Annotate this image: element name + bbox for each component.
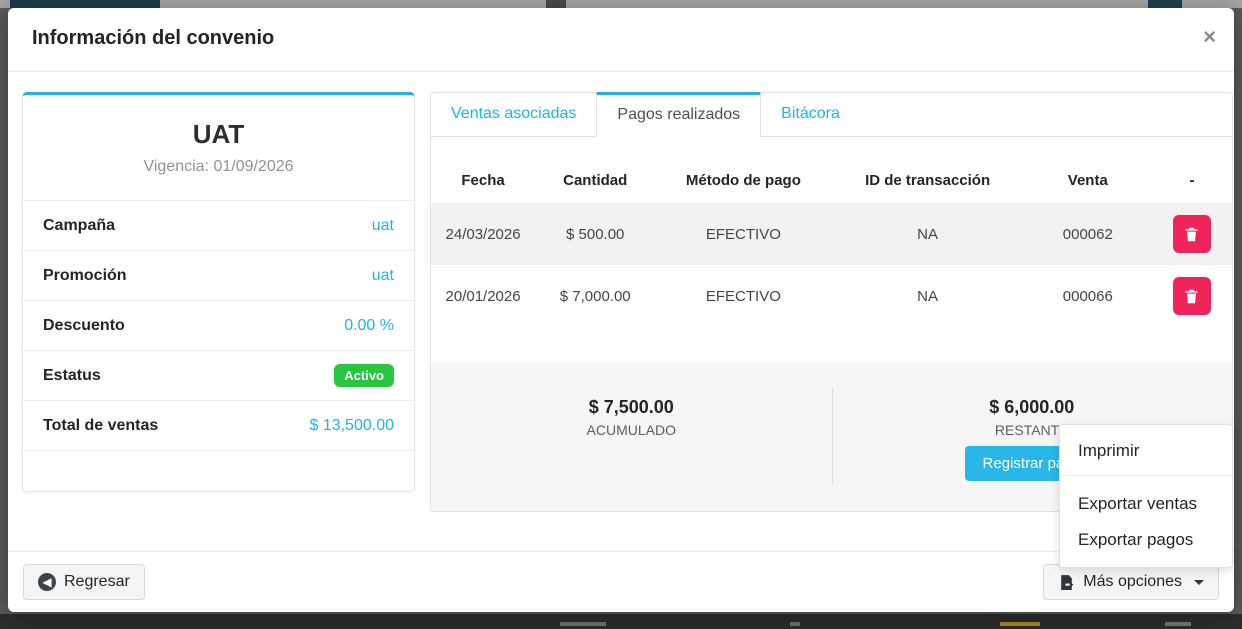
tab-pagos-realizados[interactable]: Pagos realizados [596,92,761,137]
chevron-down-icon [1194,580,1204,585]
agreement-summary-card: UAT Vigencia: 01/09/2026 Campaña uat Pro… [22,92,415,492]
col-header-id-transaccion: ID de transacción [831,157,1023,203]
accumulated-amount: $ 7,500.00 [589,397,674,418]
cell-cantidad: $ 500.00 [535,203,655,265]
table-header-row: Fecha Cantidad Método de pago ID de tran… [431,157,1232,203]
table-row: 24/03/2026 $ 500.00 EFECTIVO NA 000062 [431,203,1232,265]
row-promocion: Promoción uat [23,251,414,301]
row-campana: Campaña uat [23,201,414,251]
close-icon[interactable]: × [1203,26,1216,48]
tab-ventas-asociadas[interactable]: Ventas asociadas [431,93,596,136]
total-ventas-label: Total de ventas [43,417,158,435]
menu-item-exportar-ventas[interactable]: Exportar ventas [1060,476,1232,522]
promocion-label: Promoción [43,267,127,285]
status-badge: Activo [334,364,394,387]
background-mark [1165,622,1191,626]
back-button-label: Regresar [64,573,130,591]
modal-header: Información del convenio × [8,8,1234,72]
row-estatus: Estatus Activo [23,351,414,401]
campana-label: Campaña [43,217,115,235]
background-shape [1148,0,1182,8]
summary-accumulated: $ 7,500.00 ACUMULADO [431,363,832,511]
more-options-button[interactable]: Más opciones [1043,564,1219,600]
estatus-label: Estatus [43,367,101,385]
menu-item-exportar-pagos[interactable]: Exportar pagos [1060,522,1232,567]
agreement-name: UAT [23,119,414,150]
row-total-ventas: Total de ventas $ 13,500.00 [23,401,414,451]
tab-bar: Ventas asociadas Pagos realizados Bitáco… [431,93,1232,137]
agreement-info-modal: Información del convenio × UAT Vigencia:… [8,8,1234,612]
cell-id-transaccion: NA [831,203,1023,265]
descuento-value: 0.00 % [344,317,394,335]
back-button[interactable]: ◀ Regresar [23,564,145,600]
col-header-actions: - [1152,157,1232,203]
remaining-label: RESTANTE [995,422,1069,438]
campana-value: uat [372,217,394,235]
background-shape [546,0,566,8]
descuento-label: Descuento [43,317,125,335]
col-header-cantidad: Cantidad [535,157,655,203]
col-header-metodo: Método de pago [655,157,831,203]
row-descuento: Descuento 0.00 % [23,301,414,351]
file-export-icon [1058,574,1075,591]
cell-id-transaccion: NA [831,265,1023,327]
cell-metodo: EFECTIVO [655,203,831,265]
cell-metodo: EFECTIVO [655,265,831,327]
cell-fecha: 20/01/2026 [431,265,535,327]
promocion-value: uat [372,267,394,285]
delete-payment-button[interactable] [1173,277,1211,315]
agreement-validity: Vigencia: 01/09/2026 [23,158,414,176]
cell-venta: 000062 [1024,203,1152,265]
background-logo [10,0,160,8]
summary-divider [832,389,833,485]
background-mark [560,622,606,626]
accumulated-label: ACUMULADO [587,422,676,438]
col-header-venta: Venta [1024,157,1152,203]
delete-payment-button[interactable] [1173,215,1211,253]
more-options-label: Más opciones [1083,573,1182,591]
trash-icon [1183,288,1200,305]
table-row: 20/01/2026 $ 7,000.00 EFECTIVO NA 000066 [431,265,1232,327]
more-options-menu: Imprimir Exportar ventas Exportar pagos [1059,424,1233,568]
tab-bitacora[interactable]: Bitácora [761,93,860,136]
agreement-detail-rows: Campaña uat Promoción uat Descuento 0.00… [23,200,414,451]
cell-fecha: 24/03/2026 [431,203,535,265]
background-mark [790,622,800,626]
cell-venta: 000066 [1024,265,1152,327]
col-header-fecha: Fecha [431,157,535,203]
back-arrow-icon: ◀ [38,573,56,591]
modal-footer: ◀ Regresar Más opciones [8,551,1234,612]
menu-item-imprimir[interactable]: Imprimir [1060,425,1232,475]
remaining-amount: $ 6,000.00 [989,397,1074,418]
cell-cantidad: $ 7,000.00 [535,265,655,327]
payments-table: Fecha Cantidad Método de pago ID de tran… [431,157,1232,327]
trash-icon [1183,226,1200,243]
background-mark [1000,622,1040,626]
total-ventas-value: $ 13,500.00 [309,417,394,435]
modal-title: Información del convenio [32,27,274,50]
page-backdrop-top [0,0,1242,8]
page-backdrop-bottom [0,614,1242,629]
